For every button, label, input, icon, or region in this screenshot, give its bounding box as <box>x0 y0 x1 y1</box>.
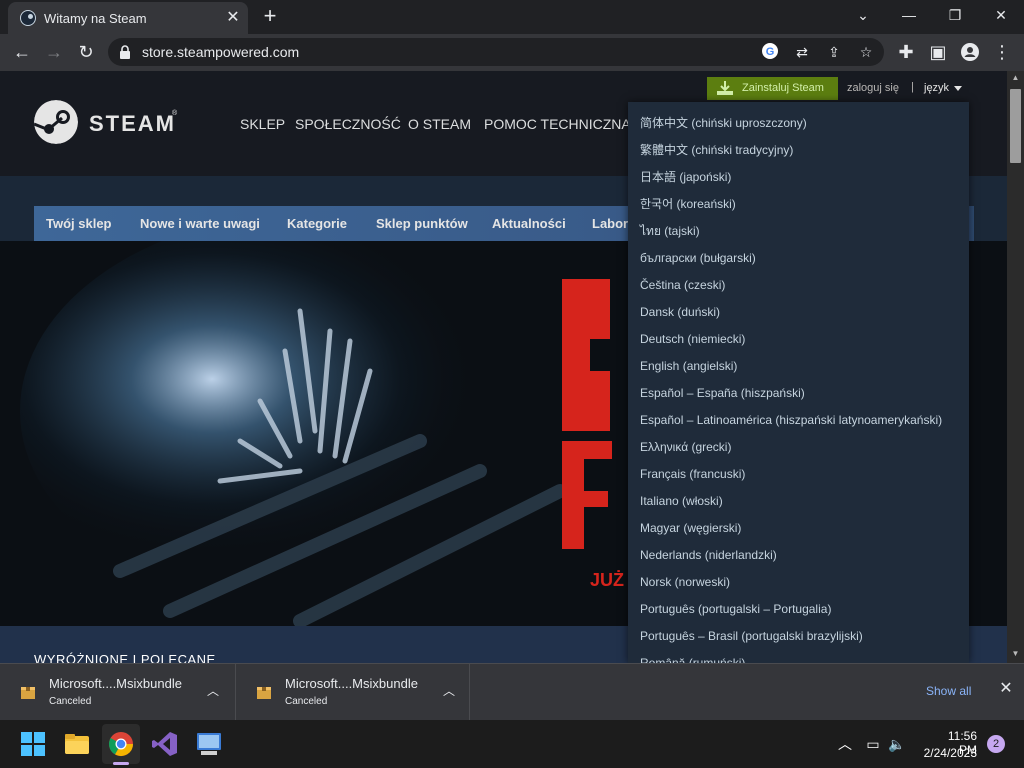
tab-close-icon[interactable]: ✕ <box>224 9 242 27</box>
browser-toolbar: ← → ↻ store.steampowered.com G ⇄ ⇪ ☆ ✚ ▣… <box>0 34 1024 71</box>
side-panel-icon[interactable]: ▣ <box>926 40 950 64</box>
svg-text:JUŻ: JUŻ <box>590 570 624 590</box>
language-option[interactable]: Português – Brasil (portugalski brazylij… <box>640 628 863 655</box>
download-filename: Microsoft....Msixbundle <box>285 676 418 691</box>
scroll-down-icon[interactable]: ▼ <box>1007 647 1024 661</box>
package-icon <box>257 687 271 699</box>
download-filename: Microsoft....Msixbundle <box>49 676 182 691</box>
visual-studio-icon[interactable] <box>150 729 180 759</box>
header-separator: | <box>911 81 914 93</box>
language-option[interactable]: Italiano (włoski) <box>640 493 723 520</box>
language-option[interactable]: Português (portugalski – Portugalia) <box>640 601 831 628</box>
address-bar[interactable]: store.steampowered.com G ⇄ ⇪ ☆ <box>108 38 884 66</box>
store-tab-news[interactable]: Aktualności <box>492 206 566 241</box>
download-status: Canceled <box>49 696 92 707</box>
translate-icon[interactable]: ⇄ <box>792 42 812 62</box>
new-tab-button[interactable]: + <box>258 5 282 29</box>
google-lens-icon[interactable]: G <box>760 42 780 62</box>
language-option[interactable]: Français (francuski) <box>640 466 745 493</box>
forward-icon[interactable]: → <box>42 40 66 64</box>
url-text: store.steampowered.com <box>142 44 300 60</box>
package-icon <box>21 687 35 699</box>
profile-icon[interactable] <box>958 40 982 64</box>
language-pulldown[interactable]: język <box>924 82 962 94</box>
chevron-up-tray-icon[interactable]: ︿ <box>836 735 854 753</box>
running-indicator <box>113 762 129 765</box>
lock-icon[interactable] <box>120 45 130 59</box>
scroll-up-icon[interactable]: ▲ <box>1007 71 1024 85</box>
language-dropdown[interactable]: 简体中文 (chiński uproszczony) 繁體中文 (chiński… <box>628 102 969 663</box>
show-all-downloads-link[interactable]: Show all <box>926 684 971 698</box>
tab-strip: Witamy na Steam ✕ + ⌄ — ❐ ✕ <box>0 0 1024 34</box>
share-icon[interactable]: ⇪ <box>824 42 844 62</box>
language-option[interactable]: български (bułgarski) <box>640 250 756 277</box>
steam-logo-tm: ® <box>172 110 178 117</box>
steam-logo-text: STEAM <box>89 111 176 136</box>
nav-community[interactable]: SPOŁECZNOŚĆ <box>295 116 401 132</box>
store-tab-your-store[interactable]: Twój sklep <box>46 206 112 241</box>
login-link[interactable]: zaloguj się <box>847 82 899 94</box>
language-option[interactable]: English (angielski) <box>640 358 737 385</box>
language-option[interactable]: Nederlands (niderlandzki) <box>640 547 777 574</box>
windows-taskbar: ︿ ▭ 🔈 11:56 PM 2/24/2023 2 <box>0 720 1024 768</box>
chevron-up-icon[interactable]: ︿ <box>441 682 457 698</box>
language-option[interactable]: Română (rumuński) <box>640 655 745 663</box>
store-tab-points-shop[interactable]: Sklep punktów <box>376 206 468 241</box>
tab-title: Witamy na Steam <box>44 11 147 26</box>
steam-logo-icon <box>34 100 78 144</box>
language-option[interactable]: Čeština (czeski) <box>640 277 725 304</box>
close-downloads-icon[interactable]: ✕ <box>998 681 1014 697</box>
bookmark-star-icon[interactable]: ☆ <box>856 42 876 62</box>
chrome-icon[interactable] <box>106 729 136 759</box>
page-scrollbar[interactable]: ▲ ▼ <box>1007 71 1024 663</box>
language-option[interactable]: Ελληνικά (grecki) <box>640 439 731 466</box>
download-status: Canceled <box>285 696 328 707</box>
network-icon[interactable]: ▭ <box>864 735 882 753</box>
language-option[interactable]: Magyar (węgierski) <box>640 520 741 547</box>
download-item[interactable]: Microsoft....Msixbundle Canceled ︿ <box>0 664 236 721</box>
close-window-button[interactable]: ✕ <box>978 0 1024 32</box>
install-steam-button[interactable]: Zainstaluj Steam <box>707 77 838 100</box>
downloads-bar: Microsoft....Msixbundle Canceled ︿ Micro… <box>0 663 1024 721</box>
language-option[interactable]: 繁體中文 (chiński tradycyjny) <box>640 142 793 169</box>
scroll-thumb[interactable] <box>1010 89 1021 163</box>
language-option[interactable]: 日本語 (japoński) <box>640 169 731 196</box>
download-item[interactable]: Microsoft....Msixbundle Canceled ︿ <box>236 664 470 721</box>
clock-date[interactable]: 2/24/2023 <box>919 746 977 760</box>
language-option[interactable]: Deutsch (niemiecki) <box>640 331 745 358</box>
notification-badge[interactable]: 2 <box>987 735 1005 753</box>
steam-favicon-icon <box>20 10 36 26</box>
extensions-icon[interactable]: ✚ <box>894 40 918 64</box>
download-icon <box>717 81 733 95</box>
language-option[interactable]: Norsk (norweski) <box>640 574 730 601</box>
steam-logo[interactable]: STEAM ® <box>34 100 184 146</box>
language-option[interactable]: 한국어 (koreański) <box>640 196 736 223</box>
browser-tab[interactable]: Witamy na Steam ✕ <box>8 2 248 34</box>
minimize-button[interactable]: — <box>886 0 932 32</box>
reload-icon[interactable]: ↻ <box>74 40 98 64</box>
store-tab-labs[interactable]: Labor <box>592 206 628 241</box>
windows-start-icon[interactable] <box>18 729 48 759</box>
menu-kebab-icon[interactable]: ⋮ <box>990 40 1014 64</box>
control-panel-icon[interactable] <box>194 729 224 759</box>
nav-store[interactable]: SKLEP <box>240 116 285 132</box>
language-option[interactable]: ไทย (tajski) <box>640 223 700 250</box>
language-option[interactable]: 简体中文 (chiński uproszczony) <box>640 115 807 142</box>
nav-about[interactable]: O STEAM <box>408 116 471 132</box>
language-option[interactable]: Español – Latinoamérica (hiszpański laty… <box>640 412 942 439</box>
install-steam-label: Zainstaluj Steam <box>742 82 824 94</box>
chevron-up-icon[interactable]: ︿ <box>205 682 221 698</box>
language-option[interactable]: Dansk (duński) <box>640 304 720 331</box>
back-icon[interactable]: ← <box>10 40 34 64</box>
language-option[interactable]: Español – España (hiszpański) <box>640 385 805 412</box>
file-explorer-icon[interactable] <box>62 729 92 759</box>
store-tab-categories[interactable]: Kategorie <box>287 206 347 241</box>
volume-icon[interactable]: 🔈 <box>888 735 906 753</box>
nav-support[interactable]: POMOC TECHNICZNA <box>484 116 631 132</box>
tab-search-icon[interactable]: ⌄ <box>840 0 886 32</box>
svg-text:G: G <box>766 46 775 58</box>
featured-title: WYRÓŻNIONE I POLECANE <box>34 652 216 663</box>
restore-button[interactable]: ❐ <box>932 0 978 32</box>
store-tab-new[interactable]: Nowe i warte uwagi <box>140 206 260 241</box>
